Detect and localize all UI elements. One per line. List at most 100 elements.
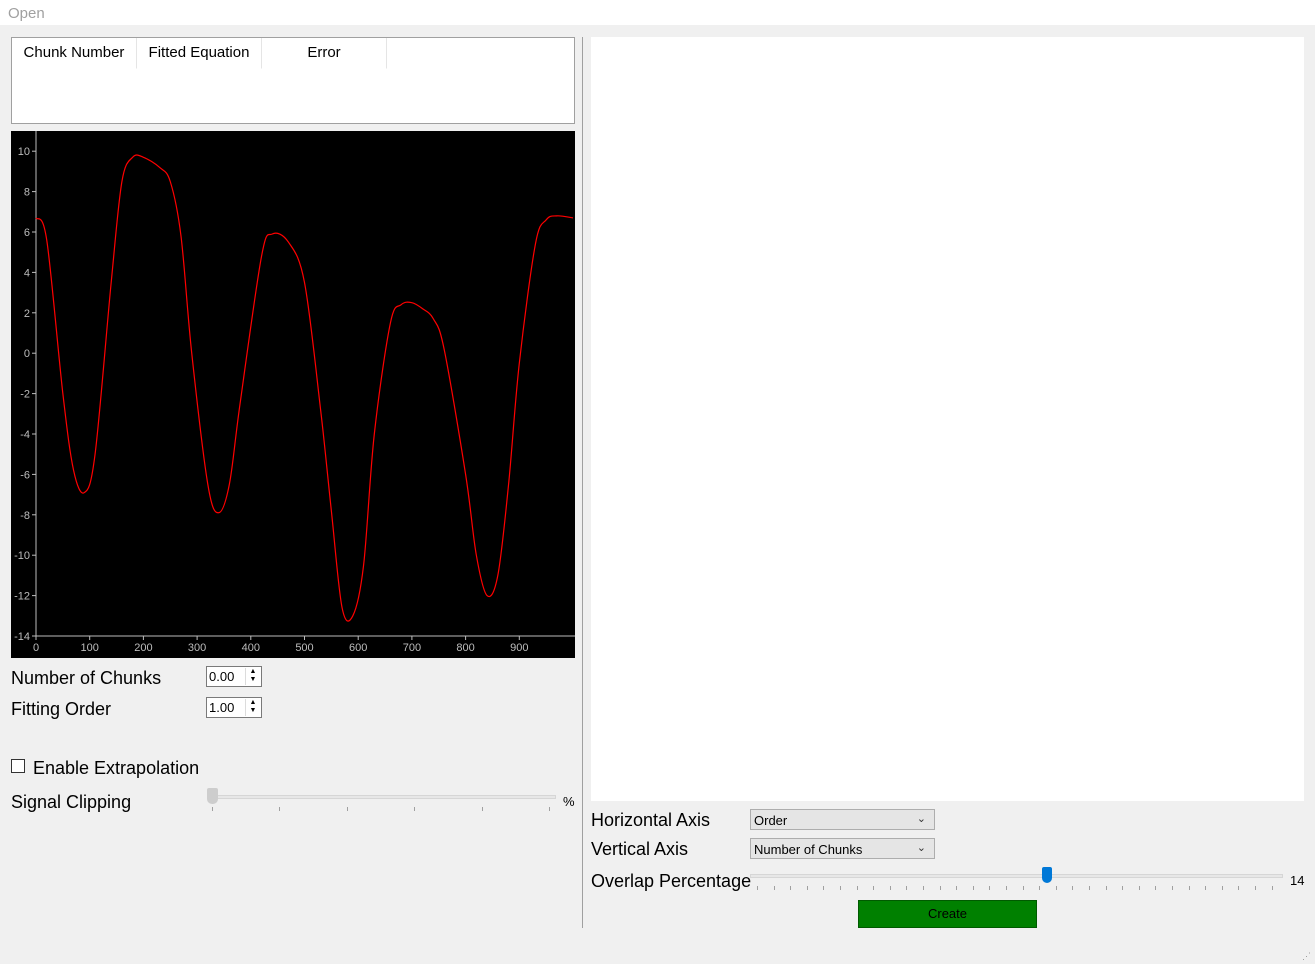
overlap-tick <box>1122 886 1124 890</box>
y-tick-label: 8 <box>24 187 30 199</box>
header-chunk-number[interactable]: Chunk Number <box>12 38 137 69</box>
overlap-tick <box>1188 886 1190 890</box>
overlap-tick <box>806 886 808 890</box>
chevron-up-icon[interactable]: ▲ <box>246 668 260 676</box>
y-tick-label: 6 <box>24 227 30 239</box>
clipping-slider-handle[interactable] <box>207 788 218 804</box>
overlap-tick <box>840 886 841 890</box>
overlap-tick <box>873 886 875 890</box>
overlap-tick <box>1138 886 1140 890</box>
extrapolation-checkbox[interactable] <box>11 759 25 773</box>
clipping-unit: % <box>563 794 575 809</box>
clipping-tick <box>549 807 550 811</box>
order-value: 1.00 <box>209 700 235 715</box>
chevron-up-icon[interactable]: ▲ <box>246 699 260 707</box>
overlap-tick <box>856 886 858 890</box>
vertical-axis-value: Number of Chunks <box>754 842 863 857</box>
y-tick-label: -2 <box>20 389 30 401</box>
y-tick-label: -12 <box>14 591 30 603</box>
horizontal-axis-label: Horizontal Axis <box>591 810 711 830</box>
overlap-tick <box>1271 886 1273 890</box>
result-plot-area[interactable] <box>591 37 1304 801</box>
y-tick-label: -10 <box>14 550 30 562</box>
overlap-tick <box>1055 886 1057 890</box>
x-tick-label: 0 <box>33 642 39 654</box>
overlap-tick <box>1155 886 1157 890</box>
overlap-tick <box>757 886 758 890</box>
x-tick-label: 100 <box>81 642 99 654</box>
vertical-axis-select[interactable]: Number of Chunks ⌄ <box>750 838 935 859</box>
clipping-tick <box>414 807 415 811</box>
overlap-tick <box>1072 886 1074 890</box>
header-fitted-equation[interactable]: Fitted Equation <box>137 38 262 69</box>
overlap-slider[interactable] <box>750 874 1283 878</box>
overlap-slider-handle[interactable] <box>1042 867 1052 883</box>
overlap-tick <box>773 886 775 890</box>
y-tick-label: -14 <box>14 631 30 643</box>
x-tick-label: 700 <box>403 642 421 654</box>
overlap-tick <box>1172 886 1173 890</box>
clipping-slider[interactable] <box>208 795 556 799</box>
overlap-tick <box>790 886 792 890</box>
resize-grip-icon[interactable]: ⋰ <box>1302 951 1312 961</box>
horizontal-axis-select[interactable]: Order ⌄ <box>750 809 935 830</box>
x-tick-label: 300 <box>188 642 206 654</box>
splitter[interactable] <box>582 37 583 928</box>
x-tick-label: 200 <box>134 642 152 654</box>
clipping-tick <box>279 807 280 811</box>
y-tick-label: 4 <box>24 267 30 279</box>
header-error[interactable]: Error <box>262 38 387 69</box>
chevron-down-icon[interactable]: ▼ <box>246 707 260 715</box>
overlap-tick <box>972 886 974 890</box>
chunks-value: 0.00 <box>209 669 235 684</box>
clipping-label: Signal Clipping <box>11 792 132 812</box>
overlap-tick <box>956 886 958 890</box>
overlap-tick <box>989 886 991 890</box>
x-tick-label: 400 <box>242 642 260 654</box>
results-table[interactable]: Chunk Number Fitted Equation Error <box>11 37 575 124</box>
overlap-tick <box>923 886 924 890</box>
signal-series-line <box>35 154 574 622</box>
overlap-tick <box>1105 886 1107 890</box>
overlap-tick <box>906 886 908 890</box>
overlap-tick <box>939 886 941 890</box>
menu-open[interactable]: Open <box>8 5 45 22</box>
x-tick-label: 900 <box>510 642 528 654</box>
chevron-down-icon[interactable]: ▼ <box>246 676 260 684</box>
overlap-tick <box>1089 886 1090 890</box>
overlap-tick <box>1022 886 1024 890</box>
overlap-tick <box>1006 886 1007 890</box>
y-tick-label: -6 <box>20 469 30 481</box>
extrapolation-label: Enable Extrapolation <box>33 758 200 778</box>
clipping-tick <box>347 807 348 811</box>
y-tick-label: -8 <box>20 510 30 522</box>
y-tick-label: 0 <box>24 348 30 360</box>
order-label: Fitting Order <box>11 699 112 719</box>
horizontal-axis-value: Order <box>754 813 788 828</box>
x-tick-label: 500 <box>295 642 313 654</box>
clipping-tick <box>212 807 213 811</box>
chunks-spinbox[interactable]: 0.00 ▲ ▼ <box>206 666 262 687</box>
x-tick-label: 800 <box>456 642 474 654</box>
chevron-down-icon: ⌄ <box>916 813 926 825</box>
overlap-tick <box>1205 886 1207 890</box>
signal-plot[interactable]: 10 8 6 4 2 0 -2 -4 -6 -8 -10 -12 -14 0 100 200 300 400 500… <box>11 131 575 658</box>
y-tick-label: 2 <box>24 308 30 320</box>
overlap-tick <box>1238 886 1240 890</box>
y-tick-label: -4 <box>20 429 30 441</box>
overlap-tick <box>1221 886 1223 890</box>
menu-bar: Open <box>0 0 1315 25</box>
overlap-tick <box>1255 886 1256 890</box>
chunks-label: Number of Chunks <box>11 668 162 688</box>
x-tick-label: 600 <box>349 642 367 654</box>
y-tick-label: 10 <box>18 146 30 158</box>
chevron-down-icon: ⌄ <box>916 842 926 854</box>
overlap-tick <box>889 886 891 890</box>
order-spinbox[interactable]: 1.00 ▲ ▼ <box>206 697 262 718</box>
clipping-tick <box>482 807 483 811</box>
overlap-label: Overlap Percentage <box>591 871 752 891</box>
create-button[interactable]: Create <box>858 900 1037 928</box>
overlap-tick <box>823 886 825 890</box>
overlap-value: 14 <box>1290 873 1305 888</box>
vertical-axis-label: Vertical Axis <box>591 839 689 859</box>
